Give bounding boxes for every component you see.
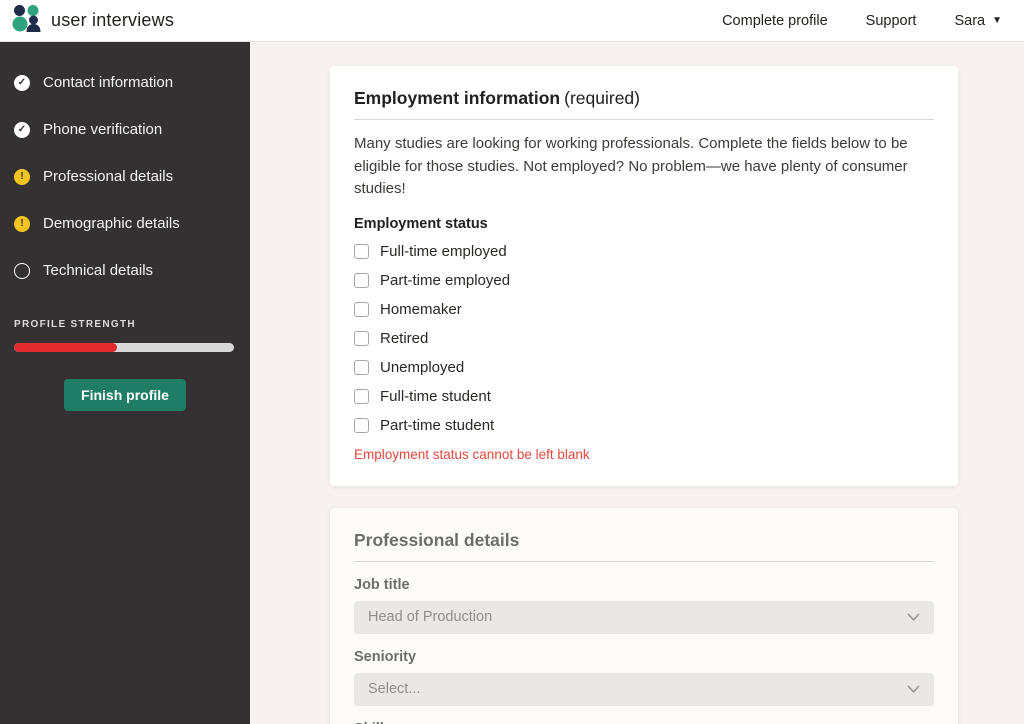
nav-support[interactable]: Support <box>866 13 917 29</box>
field-label: Seniority <box>354 648 417 665</box>
form-field: Seniority Select... <box>354 649 934 706</box>
profile-strength-fill <box>14 343 118 352</box>
checkbox-row: Full-time student <box>354 388 934 405</box>
warning-icon <box>14 168 30 185</box>
top-header: user interviews Complete profile Support… <box>0 0 1024 42</box>
checkbox-row: Part-time employed <box>354 272 934 289</box>
profile-strength-bar <box>14 343 234 352</box>
employment-card-title: Employment information (required) <box>354 88 640 108</box>
sidebar-step-label: Technical details <box>43 262 154 279</box>
brand-logo[interactable]: user interviews <box>12 4 174 37</box>
checkbox[interactable] <box>354 359 369 375</box>
header-nav: Complete profile Support Sara ▼ <box>722 13 1002 29</box>
chevron-down-icon: ▼ <box>992 14 1002 26</box>
employment-status-label: Employment status <box>354 215 488 232</box>
professional-card-title: Professional details <box>354 529 520 550</box>
employment-card-description: Many studies are looking for working pro… <box>354 135 908 197</box>
main-content: Employment information (required) Many st… <box>250 42 1024 724</box>
employment-status-error: Employment status cannot be left blank <box>354 446 590 462</box>
required-suffix: (required) <box>564 88 640 108</box>
user-interviews-logo-icon <box>12 4 42 37</box>
divider <box>354 119 934 120</box>
sidebar-step-label: Demographic details <box>43 215 180 232</box>
sidebar-step-label: Phone verification <box>43 121 163 138</box>
checkbox-label[interactable]: Unemployed <box>380 359 464 376</box>
professional-details-card: Professional details Job title Head of P… <box>330 507 958 724</box>
checkbox-label[interactable]: Full-time student <box>380 388 491 405</box>
checkbox-label[interactable]: Full-time employed <box>380 243 507 260</box>
profile-strength-label: PROFILE STRENGTH <box>14 319 136 330</box>
progress-sidebar: Contact information Phone verification P… <box>0 42 250 724</box>
checkbox-row: Full-time employed <box>354 243 934 260</box>
employment-information-card: Employment information (required) Many st… <box>330 66 958 486</box>
user-menu[interactable]: Sara ▼ <box>954 13 1002 29</box>
employment-status-options: Full-time employed Part-time employed Ho… <box>354 243 934 434</box>
complete-icon <box>14 121 30 138</box>
checkbox-label[interactable]: Retired <box>380 330 428 347</box>
sidebar-step[interactable]: Technical details <box>14 262 250 279</box>
complete-icon <box>14 74 30 91</box>
sidebar-step[interactable]: Phone verification <box>14 121 250 138</box>
field-label: Skills <box>354 721 934 724</box>
checkbox[interactable] <box>354 417 369 433</box>
checkbox[interactable] <box>354 388 369 404</box>
professional-fields: Job title Head of Production Seniority S… <box>354 577 934 724</box>
divider <box>354 560 934 562</box>
checkbox-row: Retired <box>354 330 934 347</box>
finish-profile-button[interactable]: Finish profile <box>64 379 186 411</box>
dropdown-value: Select... <box>368 681 421 697</box>
checkbox[interactable] <box>354 330 369 346</box>
checkbox-label[interactable]: Part-time student <box>380 417 494 434</box>
checkbox-row: Homemaker <box>354 301 934 318</box>
chevron-down-icon <box>907 685 920 694</box>
warning-icon <box>14 215 30 232</box>
checkbox-label[interactable]: Homemaker <box>380 301 462 318</box>
checkbox-row: Unemployed <box>354 359 934 376</box>
user-name: Sara <box>954 12 986 29</box>
brand-name: user interviews <box>51 10 175 30</box>
chevron-down-icon <box>907 613 920 622</box>
dropdown-select[interactable]: Head of Production <box>354 600 934 634</box>
checkbox-row: Part-time student <box>354 417 934 434</box>
sidebar-step-list: Contact information Phone verification P… <box>0 74 250 279</box>
sidebar-step[interactable]: Professional details <box>14 168 250 185</box>
sidebar-step-label: Contact information <box>43 74 174 91</box>
checkbox-label[interactable]: Part-time employed <box>380 272 510 289</box>
checkbox[interactable] <box>354 272 369 288</box>
sidebar-step[interactable]: Contact information <box>14 74 250 91</box>
incomplete-icon <box>14 262 30 279</box>
form-field: Job title Head of Production <box>354 577 934 634</box>
field-label: Job title <box>354 576 410 593</box>
sidebar-step[interactable]: Demographic details <box>14 215 250 232</box>
sidebar-step-label: Professional details <box>43 168 174 185</box>
dropdown-value: Head of Production <box>368 609 493 625</box>
checkbox[interactable] <box>354 301 369 317</box>
nav-complete-profile[interactable]: Complete profile <box>722 13 828 29</box>
dropdown-select[interactable]: Select... <box>354 672 934 706</box>
checkbox[interactable] <box>354 243 369 259</box>
form-field: Skills Search... <box>354 721 934 724</box>
